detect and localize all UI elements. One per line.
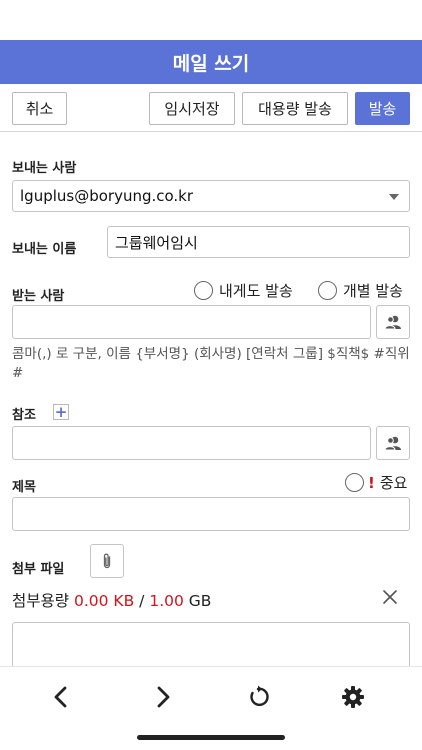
nav-back-button[interactable] xyxy=(39,675,83,719)
reload-button[interactable] xyxy=(236,675,280,719)
send-to-me-label: 내게도 발송 xyxy=(219,282,293,300)
quota-separator: / xyxy=(139,592,145,610)
chevron-left-icon xyxy=(54,686,67,708)
send-to-me-checkbox[interactable]: 내게도 발송 xyxy=(194,280,293,301)
address-book-icon xyxy=(384,315,401,330)
nav-forward-button[interactable] xyxy=(141,675,185,719)
cc-input[interactable] xyxy=(12,426,371,460)
reload-icon xyxy=(250,685,269,707)
cancel-button[interactable]: 취소 xyxy=(12,92,67,125)
chevron-right-icon xyxy=(157,686,170,708)
title-bar: 메일 쓰기 xyxy=(0,40,422,84)
plus-icon: + xyxy=(54,402,68,421)
attachment-quota: 첨부용량 0.00 KB / 1.00 GB xyxy=(12,589,211,611)
quota-unit: GB xyxy=(188,592,212,610)
recipient-input[interactable] xyxy=(12,305,371,339)
individual-send-label: 개별 발송 xyxy=(343,282,403,300)
paperclip-icon xyxy=(103,553,111,569)
home-indicator xyxy=(137,735,285,740)
gear-icon xyxy=(342,686,364,708)
sender-label: 보내는 사람 xyxy=(12,161,77,176)
quota-used: 0.00 KB xyxy=(73,592,135,610)
checkbox-circle-icon xyxy=(194,281,213,300)
recipient-label: 받는 사람 xyxy=(12,289,65,304)
checkbox-circle-icon xyxy=(318,281,337,300)
quota-limit: 1.00 xyxy=(149,592,184,610)
attach-file-button[interactable] xyxy=(90,544,124,578)
important-label: 중요 xyxy=(379,474,408,492)
send-button[interactable]: 발송 xyxy=(355,92,410,125)
clear-attachments-button[interactable] xyxy=(381,588,399,606)
checkbox-circle-icon xyxy=(345,473,364,492)
sender-name-value: 그룹웨어임시 xyxy=(115,233,198,252)
page-title: 메일 쓰기 xyxy=(172,52,250,75)
toolbar: 취소 임시저장 대용량 발송 발송 xyxy=(0,84,422,132)
important-checkbox[interactable]: ! 중요 xyxy=(345,472,407,493)
cc-label: 참조 xyxy=(12,408,36,423)
settings-button[interactable] xyxy=(331,675,375,719)
sender-name-input[interactable]: 그룹웨어임시 xyxy=(107,226,410,258)
cc-add-button[interactable]: + xyxy=(53,404,69,420)
recipient-hint: 콤마(,) 로 구분, 이름 {부서명} (회사명) [연락처 그룹] $직책$… xyxy=(12,346,410,381)
cc-picker-button[interactable] xyxy=(376,426,410,460)
individual-send-checkbox[interactable]: 개별 발송 xyxy=(318,280,403,301)
subject-label: 제목 xyxy=(12,480,36,495)
chevron-down-icon xyxy=(389,194,399,200)
quota-label: 첨부용량 xyxy=(12,592,70,610)
important-mark: ! xyxy=(368,473,375,492)
sender-select[interactable]: lguplus@boryung.co.kr xyxy=(12,180,410,212)
save-draft-button[interactable]: 임시저장 xyxy=(149,92,235,125)
subject-input[interactable] xyxy=(12,497,410,531)
address-book-icon xyxy=(384,436,401,451)
recipient-picker-button[interactable] xyxy=(376,305,410,339)
sender-value: lguplus@boryung.co.kr xyxy=(20,187,194,205)
close-icon xyxy=(383,590,397,604)
status-bar xyxy=(0,0,422,40)
attachment-label: 첨부 파일 xyxy=(12,562,65,577)
sender-name-label: 보내는 이름 xyxy=(12,242,77,257)
bulk-send-button[interactable]: 대용량 발송 xyxy=(242,92,348,125)
